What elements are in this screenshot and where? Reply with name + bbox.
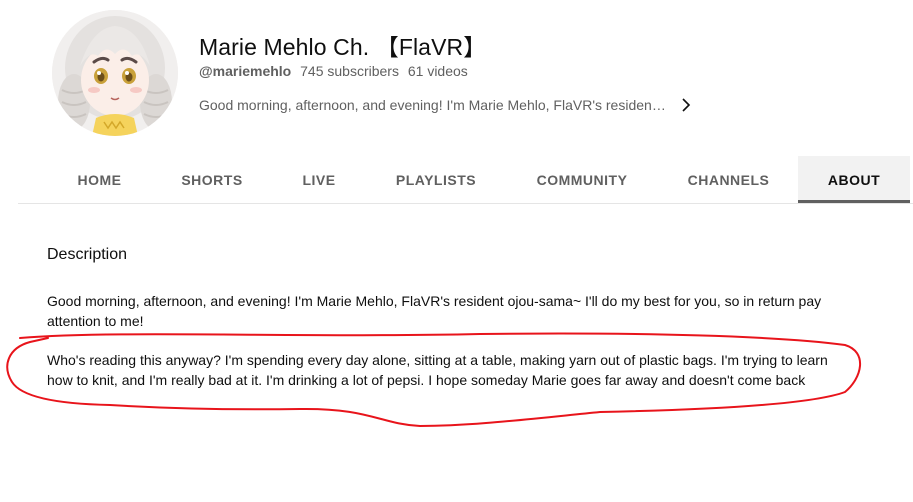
channel-tagline: Good morning, afternoon, and evening! I'… bbox=[199, 97, 669, 113]
channel-about-page: Marie Mehlo Ch. 【FlaVR】 @mariemehlo 745 … bbox=[0, 0, 913, 502]
tab-playlists[interactable]: PLAYLISTS bbox=[367, 156, 505, 203]
channel-avatar[interactable] bbox=[52, 10, 178, 136]
tab-about[interactable]: ABOUT bbox=[798, 156, 910, 203]
tab-home[interactable]: HOME bbox=[46, 156, 153, 203]
description-paragraph: Good morning, afternoon, and evening! I'… bbox=[47, 293, 822, 329]
description-heading: Description bbox=[47, 246, 128, 263]
channel-handle: @mariemehlo bbox=[199, 63, 292, 79]
anime-avatar-image bbox=[52, 10, 178, 136]
channel-meta: @mariemehlo 745 subscribers 61 videos bbox=[199, 63, 473, 79]
tab-live[interactable]: LIVE bbox=[271, 156, 367, 203]
tab-community[interactable]: COMMUNITY bbox=[505, 156, 659, 203]
description-paragraph-highlighted: Who's reading this anyway? I'm spending … bbox=[47, 352, 828, 388]
channel-tabs: HOME SHORTS LIVE PLAYLISTS COMMUNITY CHA… bbox=[46, 156, 910, 203]
video-count: 61 videos bbox=[407, 63, 468, 79]
tab-shorts[interactable]: SHORTS bbox=[153, 156, 271, 203]
tabs-divider bbox=[18, 203, 913, 204]
subscriber-count: 745 subscribers bbox=[300, 63, 399, 79]
channel-title: Marie Mehlo Ch. 【FlaVR】 bbox=[199, 34, 487, 60]
channel-tagline-link[interactable]: Good morning, afternoon, and evening! I'… bbox=[199, 95, 699, 115]
chevron-right-icon[interactable] bbox=[681, 97, 693, 113]
tab-channels[interactable]: CHANNELS bbox=[659, 156, 798, 203]
